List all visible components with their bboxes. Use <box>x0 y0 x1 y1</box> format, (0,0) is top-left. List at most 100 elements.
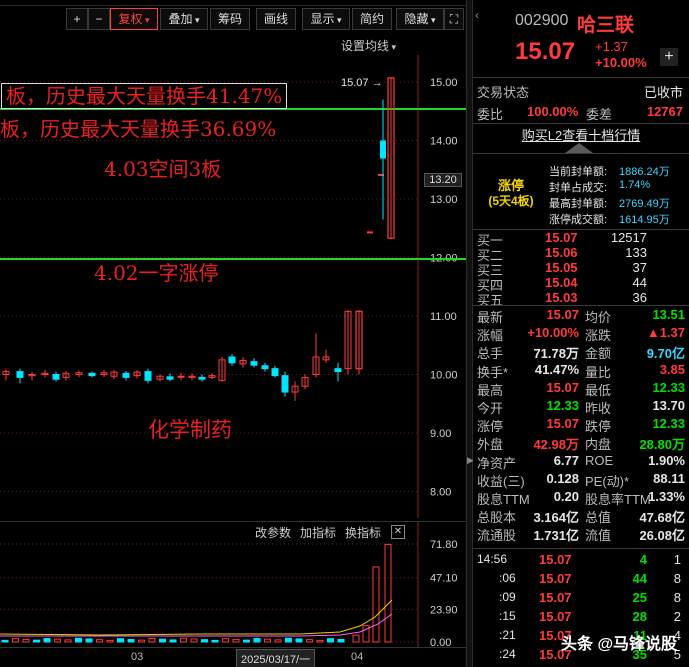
quote-stat-row: 换手* 41.47% 量比 3.85 <box>473 362 689 380</box>
quote-stat-row: 收益(三) 0.128 PE(动)* 88.11 <box>473 471 689 489</box>
stat-value: 0.20 <box>553 489 579 504</box>
y-tick-label: 8.00 <box>430 487 451 499</box>
price-change-pct: +10.00% <box>595 55 647 70</box>
high-price-marker: 15.07 → <box>341 77 383 89</box>
stat-value: 3.85 <box>659 361 685 377</box>
stat-value: 88.11 <box>653 470 685 486</box>
stat-value: 0.128 <box>546 470 579 486</box>
stat-value: 1.90% <box>648 452 685 468</box>
quote-stat-row: 流通股 1.731亿 流值 26.08亿 <box>473 525 689 543</box>
vol-bar <box>232 638 240 643</box>
vol-tick-label: 23.90 <box>430 604 458 616</box>
limit-up-stat-row: 涨停成交额: 1614.95万 <box>549 211 689 229</box>
tick-volume: 44 <box>632 571 647 586</box>
stat-label: 最新 <box>477 310 504 325</box>
candle-body <box>334 368 342 373</box>
quote-stat-row: 股息TTM 0.20 股息率TTM 1.33% <box>473 489 689 507</box>
stat-label: 最高 <box>477 382 504 398</box>
panel-resize-handle[interactable]: ▶ <box>466 0 474 667</box>
quote-stat-row: 外盘 42.98万 内盘 28.80万 <box>473 434 689 452</box>
collapse-up-icon[interactable] <box>565 143 593 153</box>
tick-time: :06 <box>499 571 516 585</box>
x-axis-month-03: 03 <box>131 651 144 663</box>
annotation-sector: 化学制药 <box>148 418 232 442</box>
add-watchlist-icon[interactable]: + <box>660 48 678 66</box>
collapse-arrow-icon[interactable]: ▶ <box>467 450 474 470</box>
vol-bar <box>75 637 82 643</box>
stat-label: 涨跌 <box>585 328 612 344</box>
tick-volume: 4 <box>639 552 647 567</box>
stat-label: 流值 <box>585 528 612 544</box>
stat-label: 涨停 <box>477 419 504 435</box>
stat-value: 15.07 <box>546 307 579 322</box>
stock-name-text: 哈三联 <box>577 15 635 36</box>
quote-stat-row: 今开 12.33 昨收 13.70 <box>473 398 689 416</box>
annotation-space-3-board: 4.03空间3板 <box>104 157 222 181</box>
tick-volume: 28 <box>632 609 647 624</box>
vol-bar <box>201 639 208 643</box>
stat-value: +10.00% <box>527 325 579 341</box>
stock-code: 002900 <box>515 12 569 29</box>
stat-label: 外盘 <box>477 437 504 453</box>
stat-label: 总手 <box>477 346 504 362</box>
buy-l2-link[interactable]: 购买L2查看十档行情 <box>473 125 689 144</box>
limit-up-stat-value: 1886.24万 <box>619 166 670 178</box>
vol-bar <box>138 639 145 643</box>
price-chart: 15.0014.0013.0012.0011.0010.009.008.00 <box>0 55 466 518</box>
limit-up-stat-value: 1614.95万 <box>619 214 670 226</box>
prev-stock-arrow-icon[interactable]: ‹ <box>475 8 487 34</box>
separator <box>473 123 689 124</box>
bid-volume: 12517 <box>610 230 647 245</box>
weibi-value: 100.00% <box>527 104 579 119</box>
tick-count: 8 <box>673 590 681 605</box>
limit-up-badge-sub: (5天4板) <box>488 194 534 208</box>
limit-up-stats: 当前封单额: 1886.24万 封单占成交: 1.74% 最高封单额: 2769.49万涨… <box>549 160 689 230</box>
separator <box>473 77 689 78</box>
vol-bar <box>64 639 72 643</box>
candle-body <box>380 140 386 159</box>
vol-bar <box>274 639 282 643</box>
watermark: 头条 @马锋说股 <box>561 636 678 653</box>
stat-label: 涨幅 <box>477 328 504 344</box>
trade-status-row: 交易状态 已收市 <box>473 82 689 100</box>
tick-time: :21 <box>499 628 516 642</box>
vol-bar <box>337 638 345 643</box>
vol-bar <box>117 638 124 643</box>
quote-stat-row: 最高 15.07 最低 12.33 <box>473 380 689 398</box>
stat-label: 均价 <box>585 310 612 325</box>
candle-body <box>271 368 279 377</box>
vol-bar <box>306 639 313 643</box>
stat-label: 股息率TTM <box>585 492 651 507</box>
vol-bar <box>327 638 334 643</box>
annotation-limit-up-turnover: 板，历史最大天量换手41.47% <box>1 83 288 109</box>
bid-volume: 133 <box>625 245 647 260</box>
bid-book: 买一 15.07 12517 买二 15.06 133 买三 15.05 37 买四 15.04 44… <box>473 229 689 308</box>
weibi-row: 委比 100.00% 委差 12767 <box>473 104 689 122</box>
x-axis-cursor-date: 2025/03/17/一 <box>236 649 316 667</box>
vol-bar <box>253 637 261 643</box>
x-axis: 03 2025/03/17/一 04 <box>0 647 466 667</box>
vol-bar-recent <box>352 634 360 643</box>
separator <box>473 548 689 549</box>
limit-up-stat-value: 2769.49万 <box>619 198 670 210</box>
stat-label: 量比 <box>585 364 612 380</box>
limit-up-badge: 涨停 (5天4板) <box>475 160 547 230</box>
stat-value: 71.78万 <box>533 346 579 362</box>
vol-bar <box>127 638 135 643</box>
stat-value: 6.77 <box>553 452 579 468</box>
kline-chart-panel[interactable]: + − 复权 ▾ 叠加 ▾ 筹码 画线 显示 ▾ 简约 隐藏 ▾ ⛶ 设置均线 … <box>0 0 466 667</box>
limit-up-stat-label: 涨停成交额: <box>549 214 608 226</box>
y-tick-label: 13.00 <box>430 194 458 206</box>
stat-value: 13.51 <box>652 307 685 322</box>
stat-value: 3.164亿 <box>533 510 579 526</box>
y-tick-label: 11.00 <box>430 311 457 323</box>
high-price-value: 15.07 <box>341 77 369 89</box>
stat-value: 12.33 <box>652 379 685 395</box>
quote-stat-row: 总手 71.78万 金额 9.70亿 <box>473 343 689 361</box>
vol-bar <box>222 638 229 643</box>
tick-row: :09 15.07 25 8 <box>473 590 689 608</box>
vol-bar <box>43 637 51 643</box>
vol-ma-line <box>0 599 393 636</box>
bid-volume: 44 <box>632 275 647 290</box>
vol-bar <box>169 639 177 643</box>
